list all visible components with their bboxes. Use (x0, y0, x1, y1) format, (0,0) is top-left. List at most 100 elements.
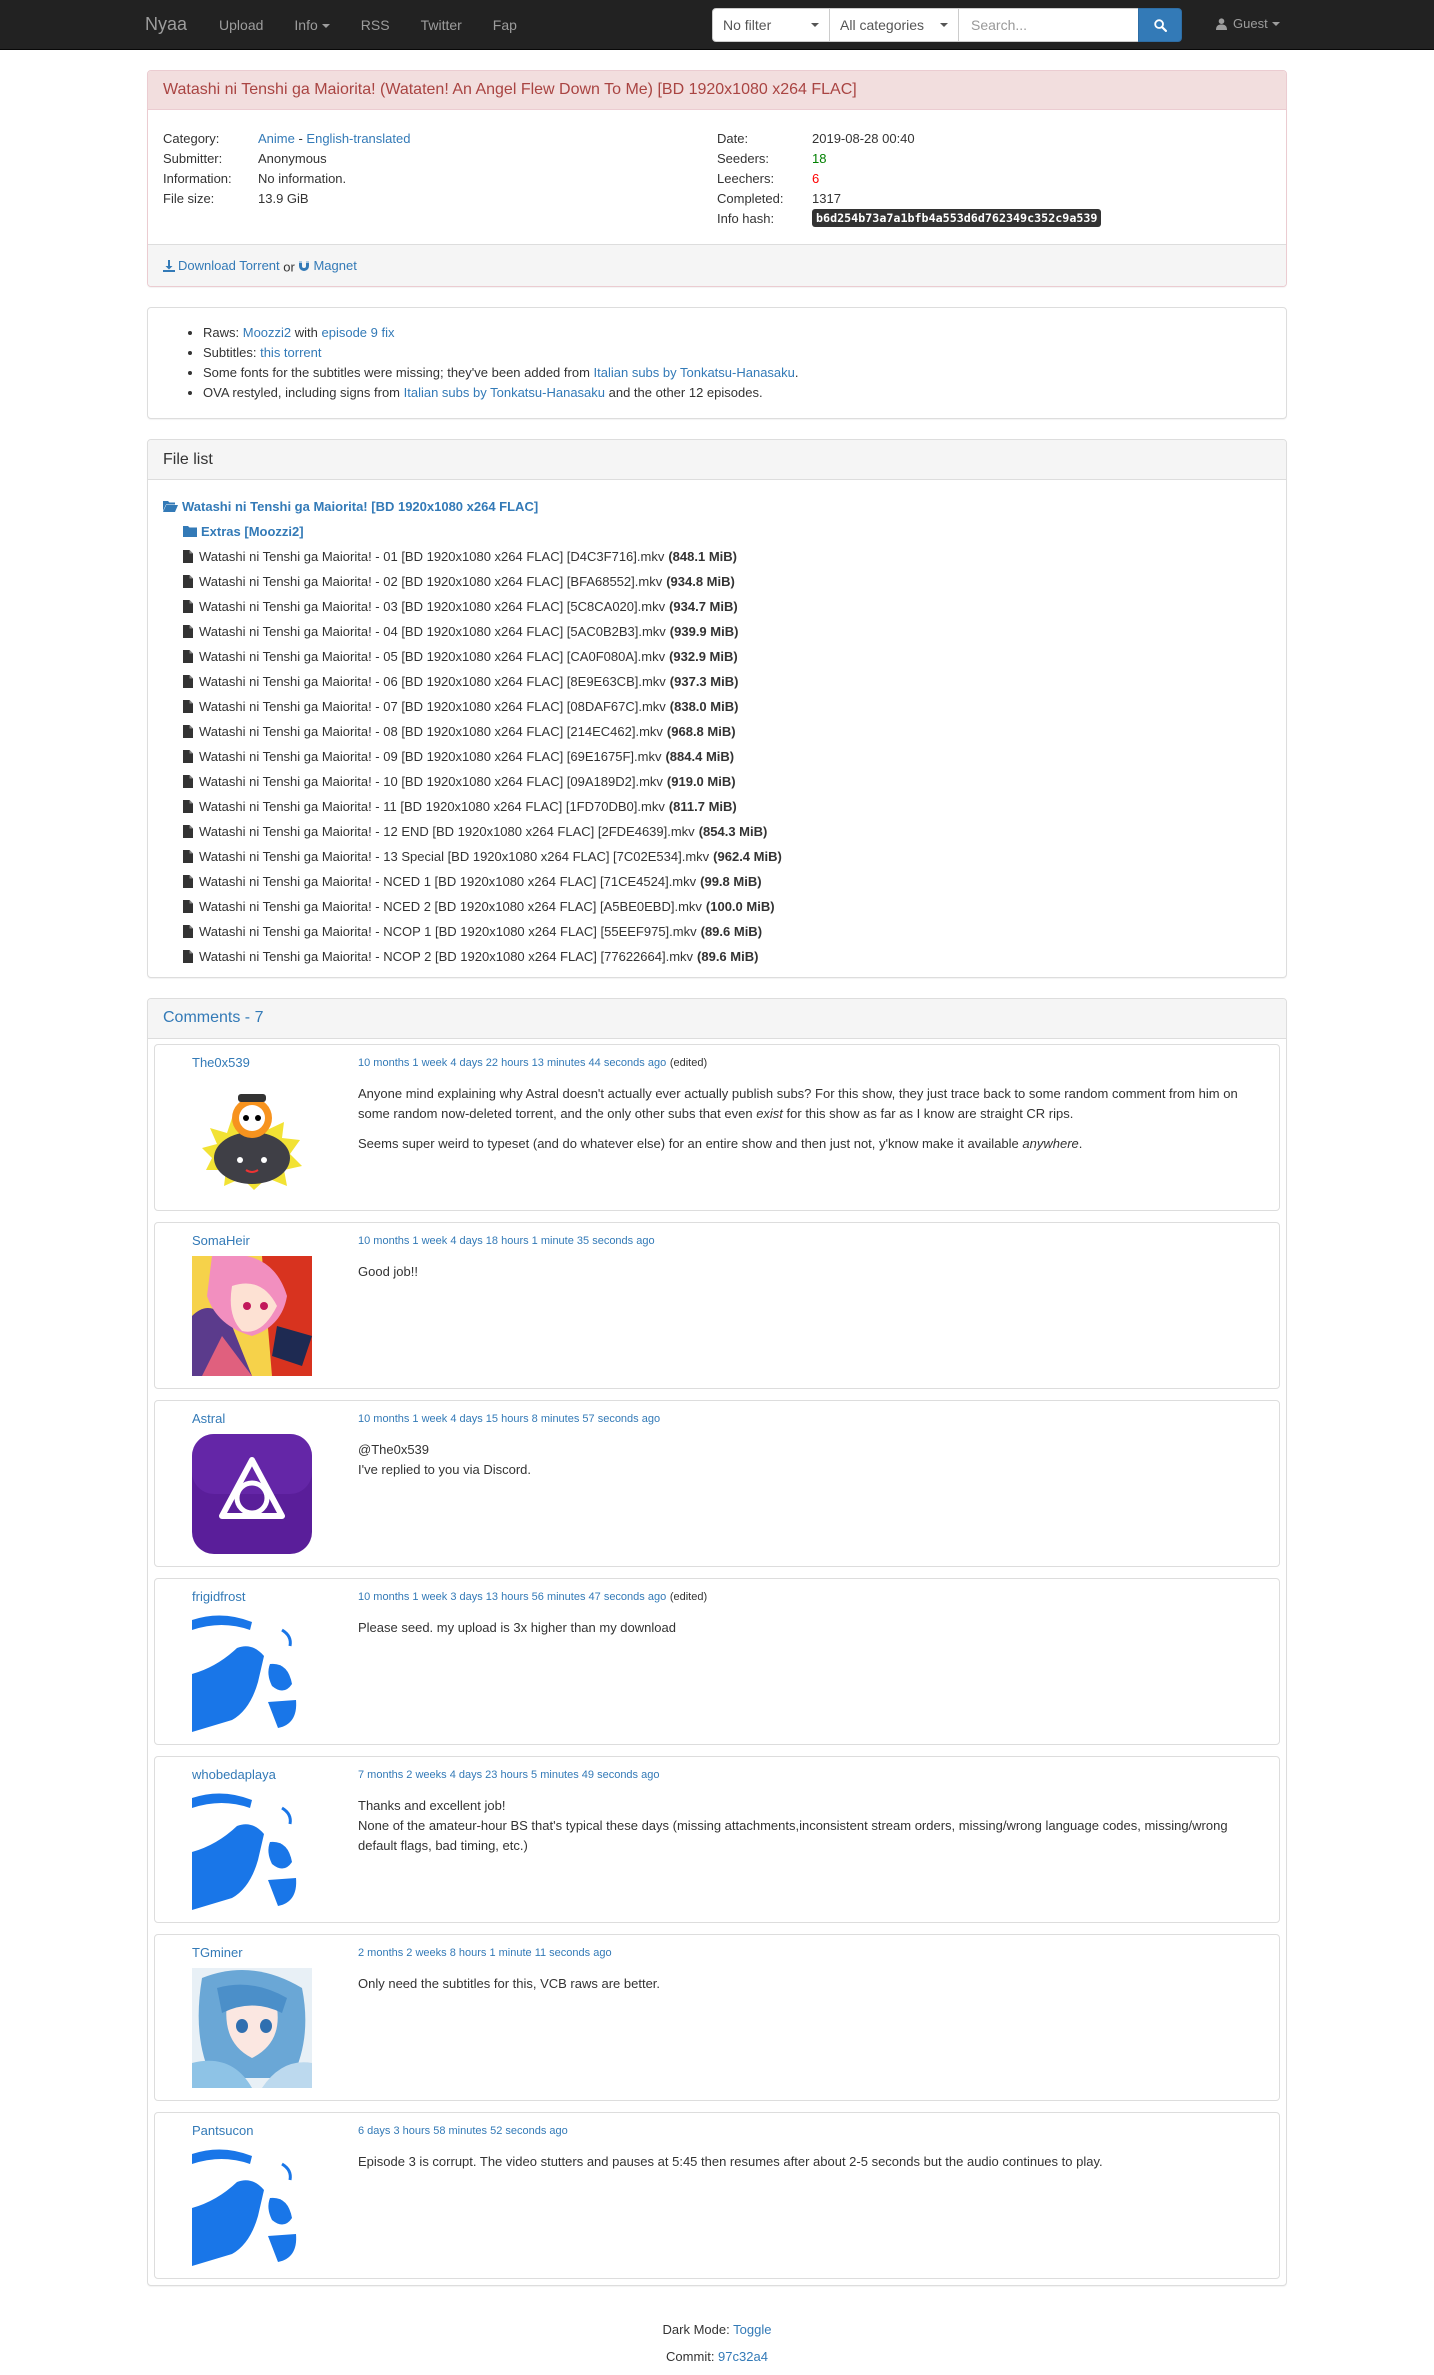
file-size: (932.9 MiB) (669, 648, 738, 664)
file-item: Watashi ni Tenshi ga Maiorita! - NCED 1 … (183, 869, 1271, 894)
comment-username[interactable]: The0x539 (192, 1055, 358, 1070)
file-name: Watashi ni Tenshi ga Maiorita! - 02 [BD … (199, 573, 663, 589)
info-right-column: Date: 2019-08-28 00:40 Seeders: 18 Leech… (717, 128, 1271, 228)
info-left-column: Category: Anime - English-translated Sub… (163, 128, 717, 228)
leechers-value: 6 (812, 170, 820, 186)
info-hash-value[interactable]: b6d254b73a7a1bfb4a553d6d762349c352c9a539 (812, 209, 1102, 227)
dark-mode-toggle[interactable]: Toggle (733, 2322, 771, 2337)
subcategory-link[interactable]: English-translated (306, 131, 410, 146)
search-input[interactable] (958, 8, 1139, 42)
nav-info-label: Info (294, 16, 318, 33)
description-item: Raws: Moozzi2 with episode 9 fix (203, 323, 1271, 343)
download-torrent-link[interactable]: Download Torrent (163, 258, 280, 273)
comments-heading[interactable]: Comments - 7 (148, 998, 1286, 1039)
nav-info-dropdown[interactable]: Info (294, 16, 330, 33)
description-item: Subtitles: this torrent (203, 343, 1271, 363)
comment-paragraph: I've replied to you via Discord. (358, 1460, 1264, 1480)
file-size: (100.0 MiB) (705, 898, 775, 914)
comment-username[interactable]: Astral (192, 1411, 358, 1426)
seeders-value: 18 (812, 150, 827, 166)
files: Watashi ni Tenshi ga Maiorita! - 01 [BD … (163, 544, 1271, 969)
comment-card: whobedaplaya 7 months 2 weeks 4 days 23 h… (154, 1755, 1280, 1923)
comments-panel: Comments - 7 The0x539 10 months 1 week 4 … (147, 997, 1287, 2286)
comment-username[interactable]: Pantsucon (192, 2123, 358, 2138)
comment-paragraph: Please seed. my upload is 3x higher than… (358, 1618, 1264, 1638)
file-size: (968.8 MiB) (666, 723, 736, 739)
caret-down-icon (321, 23, 330, 28)
filter-select-value: No filter (723, 17, 772, 33)
file-icon (183, 949, 193, 963)
main-container: Watashi ni Tenshi ga Maiorita! (Wataten!… (147, 50, 1287, 2370)
folder-icon (183, 525, 197, 537)
description-item: Some fonts for the subtitles were missin… (203, 363, 1271, 383)
description-link[interactable]: this torrent (260, 345, 321, 360)
description-link[interactable]: Moozzi2 (243, 325, 291, 340)
commit-link[interactable]: 97c32a4 (718, 2349, 768, 2364)
comment-timestamp[interactable]: 2 months 2 weeks 8 hours 1 minute 11 sec… (358, 1947, 612, 1959)
file-item: Watashi ni Tenshi ga Maiorita! - NCOP 1 … (183, 919, 1271, 944)
file-item: Watashi ni Tenshi ga Maiorita! - 06 [BD … (183, 669, 1271, 694)
file-icon (183, 924, 193, 938)
file-icon (183, 649, 193, 663)
nav-twitter[interactable]: Twitter (421, 17, 462, 33)
caret-down-icon (940, 23, 948, 27)
category-separator: - (294, 130, 307, 146)
comment-text: None of the amateur-hour BS that's typic… (358, 1817, 1228, 1853)
description-link[interactable]: Italian subs by Tonkatsu-Hanasaku (404, 385, 605, 400)
magnet-link[interactable]: Magnet (298, 258, 357, 273)
description-text: Some fonts for the subtitles were missin… (203, 364, 594, 380)
comment-username[interactable]: whobedaplaya (192, 1767, 358, 1782)
comment-text: Seems super weird to typeset (and do wha… (358, 1135, 1023, 1151)
category-link[interactable]: Anime (258, 131, 295, 146)
user-avatar (192, 1789, 358, 1910)
search-button[interactable] (1138, 8, 1182, 42)
brand-logo[interactable]: Nyaa (145, 14, 187, 35)
description-text: Raws: (203, 324, 243, 340)
comment-card: The0x539 10 months 1 week 4 days 22 hours… (154, 1043, 1280, 1211)
user-avatar (192, 2145, 358, 2266)
submitter-value: Anonymous (258, 150, 327, 166)
comment-timestamp[interactable]: 10 months 1 week 4 days 22 hours 13 minu… (358, 1057, 666, 1069)
comment-card: Astral 10 months 1 week 4 days 15 hours 8… (154, 1399, 1280, 1567)
nav-upload[interactable]: Upload (219, 17, 263, 33)
file-icon (183, 624, 193, 638)
comment-timestamp[interactable]: 10 months 1 week 4 days 18 hours 1 minut… (358, 1235, 655, 1247)
description-panel: Raws: Moozzi2 with episode 9 fixSubtitle… (147, 306, 1287, 419)
user-avatar (192, 1433, 358, 1554)
file-item: Watashi ni Tenshi ga Maiorita! - 12 END … (183, 819, 1271, 844)
description-text: Subtitles: (203, 344, 261, 360)
comment-paragraph: Seems super weird to typeset (and do wha… (358, 1134, 1264, 1154)
comment-body: Good job!! (358, 1262, 1264, 1282)
comment-card: SomaHeir 10 months 1 week 4 days 18 hours… (154, 1221, 1280, 1389)
root-folder[interactable]: Watashi ni Tenshi ga Maiorita! [BD 1920x… (163, 494, 1271, 519)
guest-menu[interactable]: Guest (1216, 16, 1280, 31)
description-link[interactable]: Italian subs by Tonkatsu-Hanasaku (594, 365, 795, 380)
comment-text: I've replied to you via Discord. (358, 1461, 532, 1477)
file-icon (183, 874, 193, 888)
user-avatar (192, 1967, 358, 2088)
comment-username[interactable]: TGminer (192, 1945, 358, 1960)
nav-fap[interactable]: Fap (493, 17, 517, 33)
comment-username[interactable]: frigidfrost (192, 1589, 358, 1604)
seeders-label: Seeders: (717, 150, 770, 166)
file-size: (937.3 MiB) (669, 673, 739, 689)
search-icon (1153, 18, 1167, 32)
search-form: No filter All categories (712, 8, 1182, 42)
sub-folder[interactable]: Extras [Moozzi2] (183, 519, 1271, 544)
download-torrent-label: Download Torrent (178, 258, 280, 273)
comment-timestamp[interactable]: 10 months 1 week 4 days 15 hours 8 minut… (358, 1413, 660, 1425)
nav-rss[interactable]: RSS (361, 17, 390, 33)
file-name: Watashi ni Tenshi ga Maiorita! - NCED 2 … (199, 898, 702, 914)
filter-select[interactable]: No filter (712, 8, 830, 42)
comment-timestamp[interactable]: 7 months 2 weeks 4 days 23 hours 5 minut… (358, 1769, 659, 1781)
comment-text: Thanks and excellent job! (358, 1797, 506, 1813)
torrent-info-panel: Watashi ni Tenshi ga Maiorita! (Wataten!… (147, 70, 1287, 287)
comment-timestamp[interactable]: 10 months 1 week 3 days 13 hours 56 minu… (358, 1591, 666, 1603)
comment-timestamp[interactable]: 6 days 3 hours 58 minutes 52 seconds ago (358, 2125, 568, 2137)
category-select[interactable]: All categories (829, 8, 959, 42)
comment-username[interactable]: SomaHeir (192, 1233, 358, 1248)
comment-paragraph: Only need the subtitles for this, VCB ra… (358, 1974, 1264, 1994)
comment-text: for this show as far as I know are strai… (782, 1105, 1074, 1121)
description-link[interactable]: episode 9 fix (322, 325, 395, 340)
information-value: No information. (258, 170, 347, 186)
